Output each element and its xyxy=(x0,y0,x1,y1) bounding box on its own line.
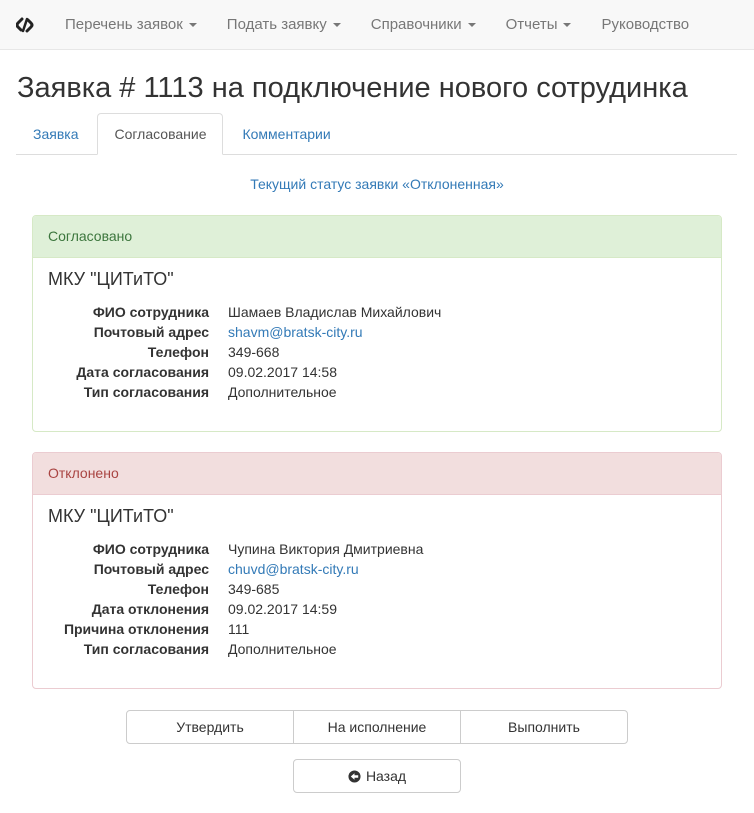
caret-down-icon xyxy=(563,22,572,27)
approval-panel-rejected: Отклонено МКУ "ЦИТиТО" ФИО сотрудника Чу… xyxy=(32,452,722,689)
tab-approval[interactable]: Согласование xyxy=(97,113,224,155)
request-status[interactable]: Текущий статус заявки «Отклоненная» xyxy=(0,176,754,192)
detail-value: 349-668 xyxy=(228,344,280,360)
detail-label: Почтовый адрес xyxy=(93,561,209,577)
back-button[interactable]: Назад xyxy=(293,759,461,793)
detail-label: Тип согласования xyxy=(83,641,209,657)
nav-requests-list[interactable]: Перечень заявок xyxy=(50,0,212,50)
detail-value: Шамаев Владислав Михайлович xyxy=(228,304,442,320)
detail-row: Телефон 349-668 xyxy=(33,342,721,362)
approval-panel-approved: Согласовано МКУ "ЦИТиТО" ФИО сотрудника … xyxy=(32,215,722,432)
arrow-left-circle-icon xyxy=(348,769,361,783)
detail-label: Причина отклонения xyxy=(63,621,209,637)
nav-reports-label: Отчеты xyxy=(505,15,558,33)
tab-bar: Заявка Согласование Комментарии xyxy=(16,113,737,155)
brand-logo-icon xyxy=(16,17,34,32)
details-list: ФИО сотрудника Чупина Виктория Дмитриевн… xyxy=(33,539,721,659)
detail-row: ФИО сотрудника Шамаев Владислав Михайлов… xyxy=(33,302,721,322)
detail-value: 09.02.2017 14:58 xyxy=(228,364,337,380)
complete-button[interactable]: Выполнить xyxy=(460,710,628,744)
caret-down-icon xyxy=(188,22,197,27)
nav-directories[interactable]: Справочники xyxy=(356,0,491,50)
approve-button[interactable]: Утвердить xyxy=(126,710,294,744)
caret-down-icon xyxy=(467,22,476,27)
detail-row: Тип согласования Дополнительное xyxy=(33,382,721,402)
nav-submit-request[interactable]: Подать заявку xyxy=(212,0,356,50)
organization-name: МКУ "ЦИТиТО" xyxy=(48,269,174,289)
detail-label: Дата согласования xyxy=(76,364,209,380)
nav-manual[interactable]: Руководство xyxy=(586,0,704,50)
detail-label: Тип согласования xyxy=(83,384,209,400)
page-title: Заявка # 1113 на подключение нового сотр… xyxy=(17,72,688,104)
detail-row: Тип согласования Дополнительное xyxy=(33,639,721,659)
detail-row: Дата согласования 09.02.2017 14:58 xyxy=(33,362,721,382)
email-link[interactable]: chuvd@bratsk-city.ru xyxy=(228,559,359,579)
detail-value: 111 xyxy=(228,621,250,637)
organization-name: МКУ "ЦИТиТО" xyxy=(48,506,174,526)
detail-label: Телефон xyxy=(147,581,209,597)
send-to-execution-button[interactable]: На исполнение xyxy=(293,710,461,744)
back-button-label: Назад xyxy=(365,768,407,784)
detail-row: ФИО сотрудника Чупина Виктория Дмитриевн… xyxy=(33,539,721,559)
detail-row: Почтовый адрес shavm@bratsk-city.ru xyxy=(33,322,721,342)
nav-reports[interactable]: Отчеты xyxy=(491,0,587,50)
tab-request[interactable]: Заявка xyxy=(16,113,95,154)
details-list: ФИО сотрудника Шамаев Владислав Михайлов… xyxy=(33,302,721,402)
panel-heading: Согласовано xyxy=(33,216,721,258)
panel-heading: Отклонено xyxy=(33,453,721,495)
detail-label: ФИО сотрудника xyxy=(92,304,209,320)
caret-down-icon xyxy=(332,22,341,27)
detail-label: Дата отклонения xyxy=(91,601,209,617)
nav-directories-label: Справочники xyxy=(370,15,462,33)
email-link[interactable]: shavm@bratsk-city.ru xyxy=(228,322,363,342)
top-navbar: Перечень заявок Подать заявку Справочник… xyxy=(0,0,754,50)
tab-comments[interactable]: Комментарии xyxy=(225,113,347,154)
detail-row: Почтовый адрес chuvd@bratsk-city.ru xyxy=(33,559,721,579)
detail-label: ФИО сотрудника xyxy=(92,541,209,557)
detail-row: Дата отклонения 09.02.2017 14:59 xyxy=(33,599,721,619)
nav-manual-label: Руководство xyxy=(601,15,690,33)
brand-logo[interactable] xyxy=(0,0,50,50)
detail-value: Дополнительное xyxy=(228,384,337,400)
nav-requests-list-label: Перечень заявок xyxy=(65,15,183,33)
detail-value: 349-685 xyxy=(228,581,280,597)
nav-submit-request-label: Подать заявку xyxy=(226,15,327,33)
detail-value: Чупина Виктория Дмитриевна xyxy=(228,541,424,557)
detail-value: Дополнительное xyxy=(228,641,337,657)
detail-label: Почтовый адрес xyxy=(93,324,209,340)
detail-value: 09.02.2017 14:59 xyxy=(228,601,337,617)
detail-row: Телефон 349-685 xyxy=(33,579,721,599)
detail-label: Телефон xyxy=(147,344,209,360)
action-button-group: Утвердить На исполнение Выполнить xyxy=(126,710,628,744)
detail-row: Причина отклонения 111 xyxy=(33,619,721,639)
